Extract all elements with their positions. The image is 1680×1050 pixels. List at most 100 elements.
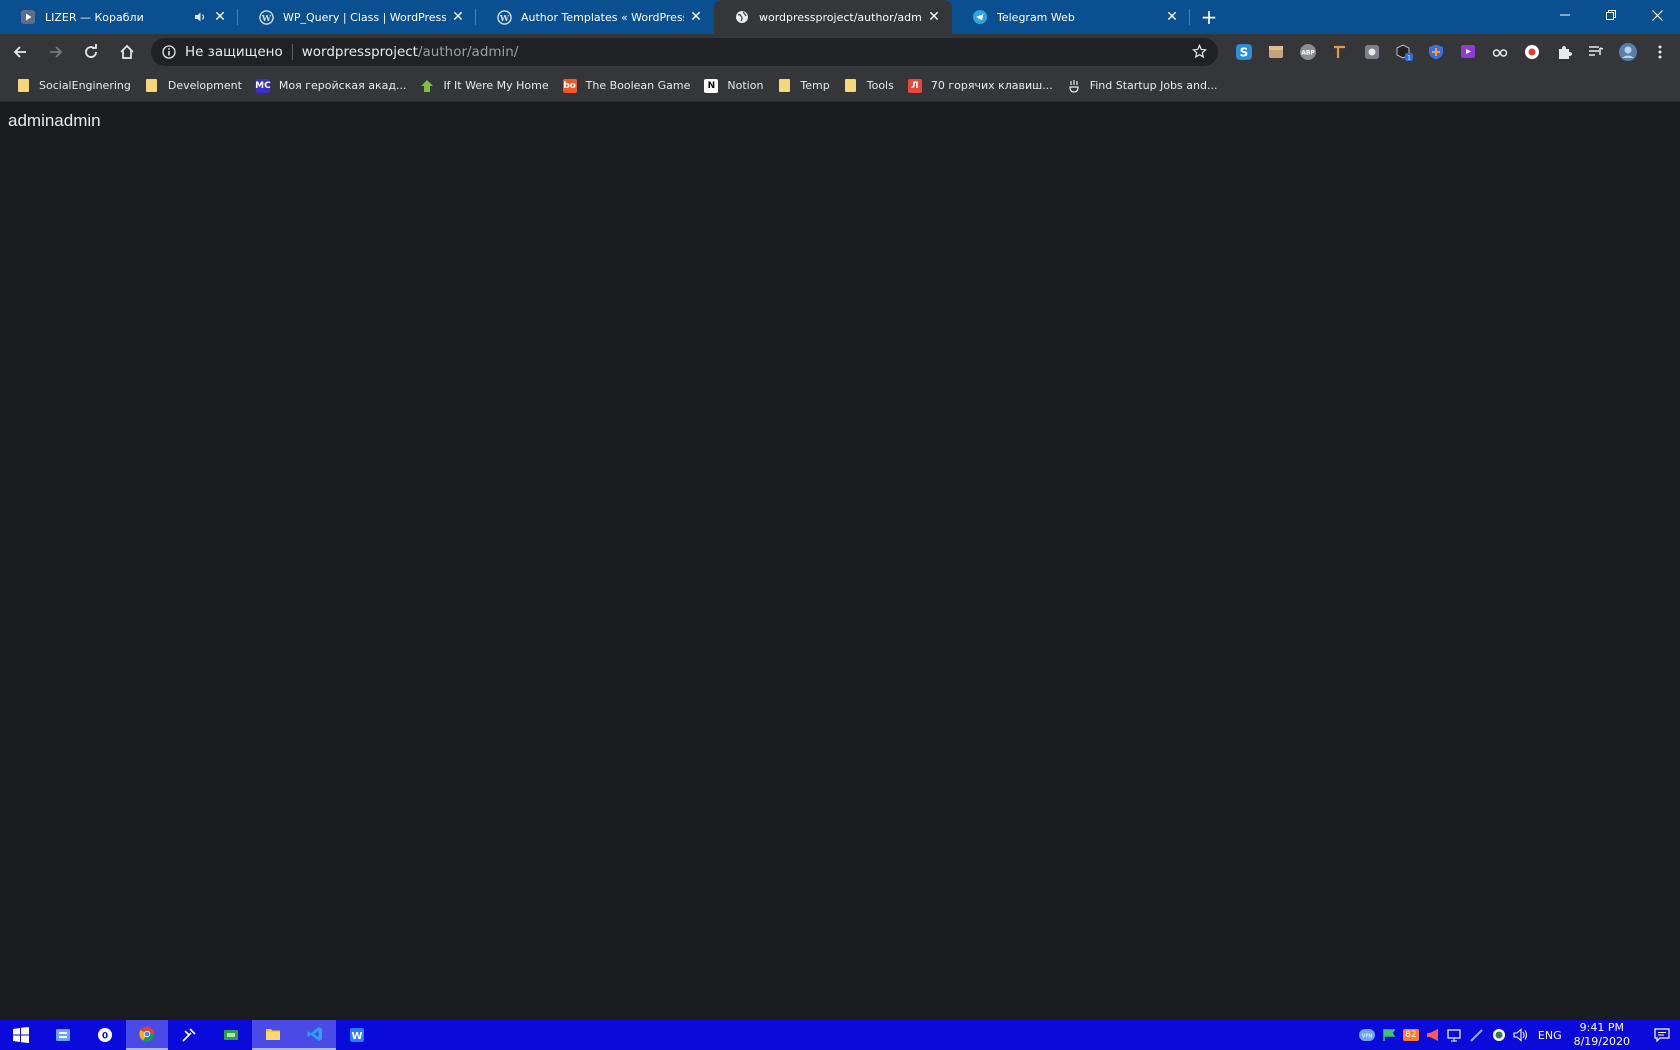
windows-icon <box>13 1027 29 1043</box>
new-tab-button[interactable]: + <box>1194 0 1224 34</box>
clock[interactable]: 9:41 PM 8/19/2020 <box>1574 1021 1630 1049</box>
twitch-extension-icon[interactable] <box>1456 40 1480 64</box>
record-extension-icon[interactable] <box>1520 40 1544 64</box>
taskbar-vscode[interactable] <box>294 1020 336 1050</box>
tray-badge: 82 <box>1403 1029 1419 1041</box>
folder-explorer-icon <box>266 1029 280 1040</box>
taskbar-app-2[interactable]: 0 <box>84 1020 126 1050</box>
tab-lizer[interactable]: LIZER — Корабли ✕ <box>0 0 238 34</box>
bookmark-if-it-were-my-home[interactable]: If It Were My Home <box>418 73 556 99</box>
svg-text:W: W <box>498 12 509 22</box>
svg-text:0: 0 <box>102 1032 108 1042</box>
url-path: /author/admin/ <box>417 44 519 60</box>
flag-tray-icon[interactable] <box>1378 1020 1400 1050</box>
shield-extension-icon[interactable] <box>1424 40 1448 64</box>
window-controls <box>1542 0 1680 30</box>
media-queue-icon[interactable] <box>1584 40 1608 64</box>
menu-icon[interactable] <box>1648 40 1672 64</box>
reload-button[interactable] <box>75 36 107 68</box>
bookmark-label: Tools <box>866 79 894 92</box>
bookmark-startup-jobs[interactable]: Find Startup Jobs and... <box>1065 73 1226 99</box>
bookmark-tools[interactable]: Tools <box>842 73 902 99</box>
bookmark-boolean-game[interactable]: bo The Boolean Game <box>561 73 699 99</box>
close-window-button[interactable] <box>1634 0 1680 30</box>
restore-button[interactable] <box>1588 0 1634 30</box>
browser-toolbar: Не защищено wordpressproject/author/admi… <box>0 34 1680 70</box>
close-icon[interactable]: ✕ <box>1164 9 1180 25</box>
tab-title: Author Templates « WordPress Code <box>521 10 684 24</box>
taskbar-app-1[interactable] <box>42 1020 84 1050</box>
bookmark-socialenginering[interactable]: SocialEnginering <box>14 73 139 99</box>
forward-button[interactable] <box>40 36 72 68</box>
network-tray-icon[interactable] <box>1444 1020 1466 1050</box>
reload-icon <box>85 44 98 58</box>
bookmark-mc[interactable]: MC Моя геройская акад... <box>254 73 415 99</box>
author-name: adminadmin <box>8 111 101 130</box>
box-extension-icon[interactable] <box>1264 40 1288 64</box>
vpn-tray-icon[interactable]: VPN <box>1356 1020 1378 1050</box>
close-icon[interactable]: ✕ <box>212 9 228 25</box>
bookmark-label: The Boolean Game <box>585 79 691 92</box>
puzzle-icon[interactable] <box>1552 40 1576 64</box>
bookmark-label: SocialEnginering <box>39 79 131 92</box>
close-icon[interactable]: ✕ <box>688 9 704 25</box>
tab-telegram[interactable]: Telegram Web ✕ <box>952 0 1190 34</box>
system-tray: VPN 82 ENG 9:41 PM 8/19/2020 <box>1356 1020 1680 1050</box>
telegram-icon <box>972 9 988 25</box>
close-icon[interactable]: ✕ <box>450 9 466 25</box>
volume-tray-icon[interactable] <box>1510 1020 1532 1050</box>
tab-wordpressproject[interactable]: wordpressproject/author/admin/ ✕ <box>714 0 952 34</box>
avatar[interactable] <box>1616 40 1640 64</box>
tab-title: Telegram Web <box>997 10 1075 24</box>
back-button[interactable] <box>4 36 36 68</box>
pickaxe-extension-icon[interactable] <box>1328 40 1352 64</box>
address-bar[interactable]: Не защищено wordpressproject/author/admi… <box>150 38 1219 66</box>
svg-text:W: W <box>351 1031 362 1042</box>
language-indicator[interactable]: ENG <box>1538 1029 1562 1042</box>
tab-separator <box>1189 9 1190 25</box>
vscode-icon <box>307 1027 322 1041</box>
svg-text:S: S <box>1240 46 1249 60</box>
adblock-icon[interactable]: ABP <box>1296 40 1320 64</box>
megaphone-tray-icon[interactable] <box>1422 1020 1444 1050</box>
security-tray-icon[interactable] <box>1488 1020 1510 1050</box>
skype-extension-icon[interactable]: S <box>1232 40 1256 64</box>
cube-extension-icon[interactable]: 1 <box>1392 40 1416 64</box>
taskbar-app-8[interactable]: W <box>336 1020 378 1050</box>
notifications-button[interactable] <box>1644 1020 1680 1050</box>
tab-title: WP_Query | Class | WordPress Devel <box>283 10 446 24</box>
security-label[interactable]: Не защищено <box>185 44 283 60</box>
taskbar-chrome[interactable] <box>126 1020 168 1050</box>
page-content: adminadmin <box>0 103 1680 1018</box>
bookmark-label: Notion <box>727 79 764 92</box>
youtube-play-icon <box>20 9 36 25</box>
taskbar-app-4[interactable] <box>168 1020 210 1050</box>
taskbar-app-5[interactable] <box>210 1020 252 1050</box>
close-icon[interactable]: ✕ <box>926 9 942 25</box>
hand-extension-icon[interactable] <box>1360 40 1384 64</box>
bookmark-label: Development <box>167 79 242 92</box>
bookmark-notion[interactable]: N Notion <box>702 73 771 99</box>
glasses-extension-icon[interactable] <box>1488 40 1512 64</box>
minimize-button[interactable] <box>1542 0 1588 30</box>
browser-window: LIZER — Корабли ✕ W WP_Query | Class | W… <box>0 0 1680 1050</box>
info-icon[interactable] <box>161 44 177 60</box>
clock-time: 9:41 PM <box>1579 1021 1624 1034</box>
tab-wp-query[interactable]: W WP_Query | Class | WordPress Devel ✕ <box>238 0 476 34</box>
taskbar-explorer[interactable] <box>252 1020 294 1050</box>
omnibox-divider <box>291 44 293 60</box>
star-icon[interactable] <box>1191 43 1208 60</box>
l-icon: Л <box>907 78 922 93</box>
start-button[interactable] <box>0 1020 42 1050</box>
bookmark-temp[interactable]: Temp <box>775 73 837 99</box>
bookmark-label: Find Startup Jobs and... <box>1089 79 1218 92</box>
tab-author-templates[interactable]: W Author Templates « WordPress Code ✕ <box>476 0 714 34</box>
pen-tray-icon[interactable] <box>1466 1020 1488 1050</box>
bookmark-hotkeys[interactable]: Л 70 горячих клавиш... <box>906 73 1061 99</box>
calculator-app-icon <box>56 1029 70 1041</box>
bookmark-label: Моя геройская акад... <box>278 79 407 92</box>
home-button[interactable] <box>111 36 143 68</box>
badge-tray-icon[interactable]: 82 <box>1400 1020 1422 1050</box>
bookmark-development[interactable]: Development <box>143 73 250 99</box>
speaker-icon[interactable] <box>192 9 208 25</box>
